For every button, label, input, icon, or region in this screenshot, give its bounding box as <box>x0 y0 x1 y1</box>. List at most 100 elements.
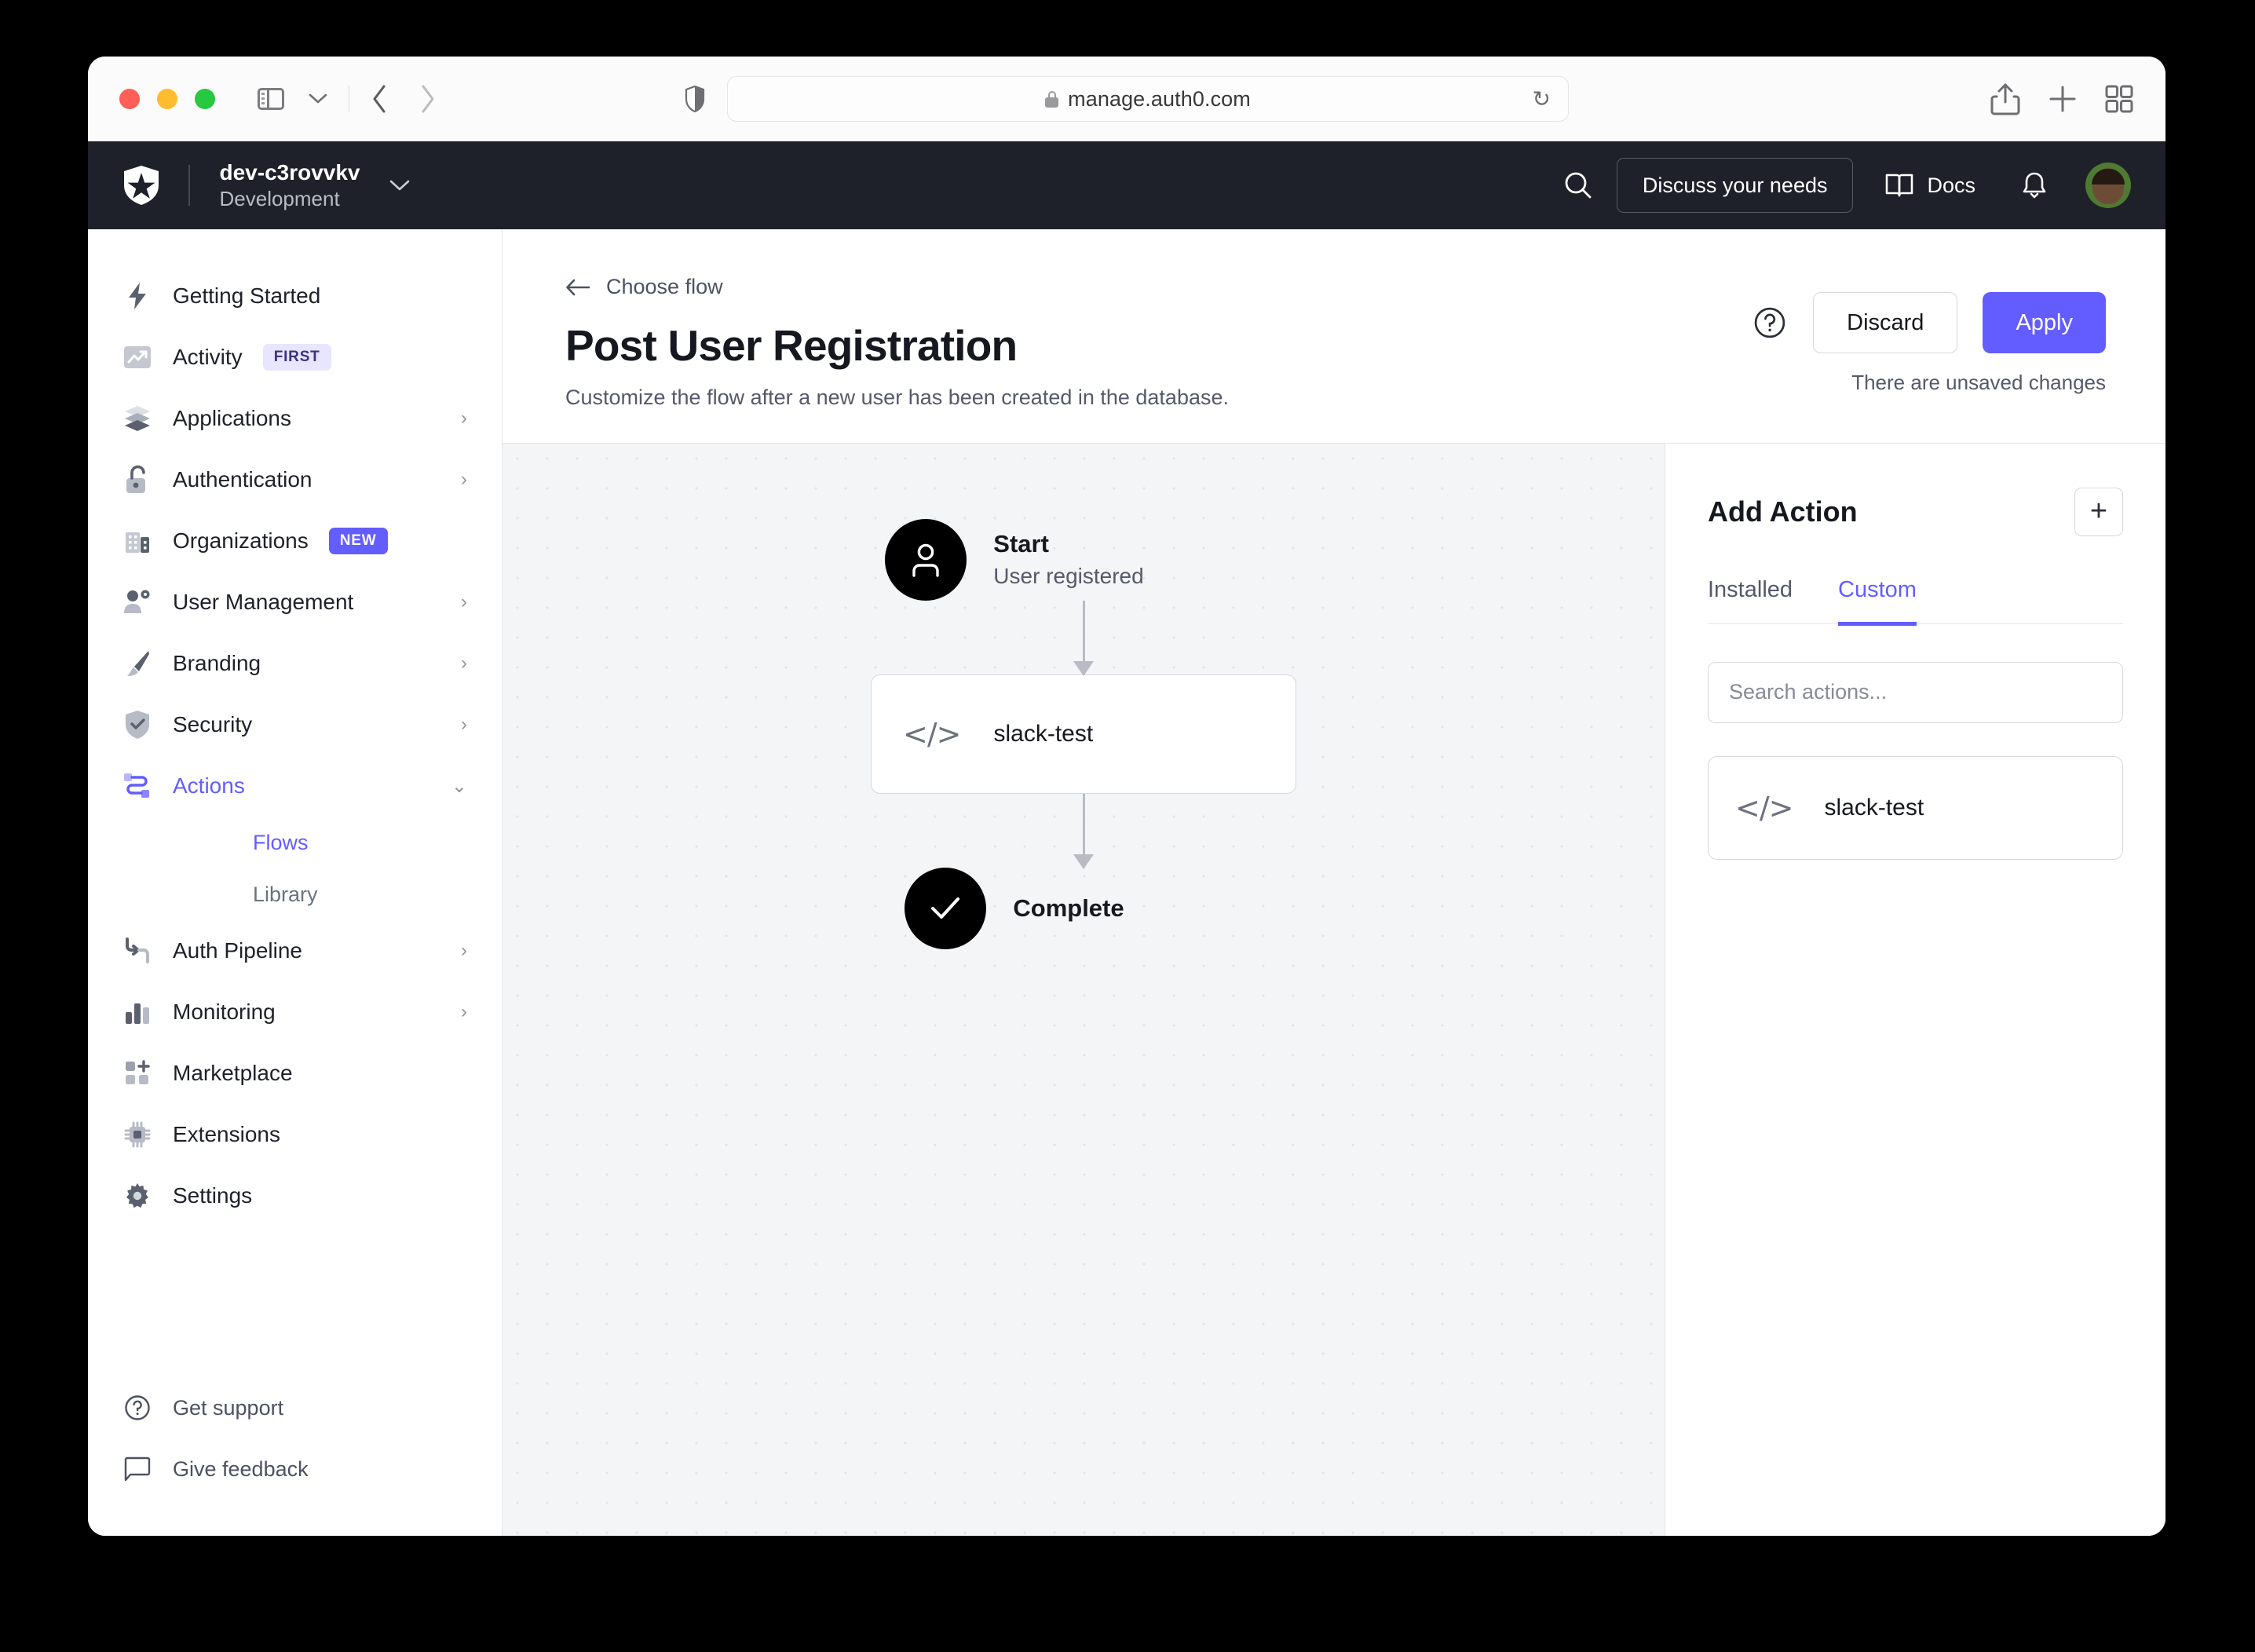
chat-bubble-icon <box>122 1454 152 1484</box>
docs-label: Docs <box>1927 173 1975 197</box>
search-icon[interactable] <box>1549 156 1607 214</box>
book-icon <box>1886 174 1913 197</box>
building-icon <box>122 526 152 556</box>
search-actions-input[interactable] <box>1708 661 2123 723</box>
unsaved-changes-status: There are unsaved changes <box>1851 371 2106 394</box>
shield-check-icon <box>122 710 152 740</box>
sidebar-item-monitoring[interactable]: Monitoring › <box>88 981 502 1043</box>
header-divider <box>188 165 190 206</box>
close-window-button[interactable] <box>119 89 140 109</box>
chevron-right-icon[interactable] <box>406 78 448 120</box>
flow-start-node[interactable]: Start User registered <box>503 518 1595 601</box>
sidebar-item-flows[interactable]: Flows <box>88 817 502 868</box>
flow-action-node-label: slack-test <box>993 720 1094 747</box>
sidebar-item-security[interactable]: Security › <box>88 694 502 755</box>
sidebar-item-label: Authentication <box>173 467 312 492</box>
chevron-right-icon: › <box>461 940 467 961</box>
choose-flow-back-link[interactable]: Choose flow <box>565 275 1752 299</box>
flow-action-node-slack-test[interactable]: </> slack-test <box>871 674 1296 794</box>
minimize-window-button[interactable] <box>157 89 177 109</box>
gear-icon <box>122 1181 152 1211</box>
tab-label: Installed <box>1708 576 1793 602</box>
sidebar-item-label: Extensions <box>173 1122 280 1146</box>
sidebar-item-organizations[interactable]: Organizations NEW <box>88 510 502 572</box>
plus-icon[interactable] <box>2048 84 2078 114</box>
tenant-name: dev-c3rovvkv <box>219 159 360 185</box>
sidebar-item-applications[interactable]: Applications › <box>88 388 502 449</box>
lock-open-icon <box>122 465 152 495</box>
chevron-right-icon: › <box>461 1001 467 1022</box>
create-action-button[interactable]: + <box>2074 487 2123 536</box>
tab-custom[interactable]: Custom <box>1838 577 1917 626</box>
url-text: manage.auth0.com <box>1068 86 1251 111</box>
tab-installed[interactable]: Installed <box>1708 577 1793 626</box>
chevron-down-icon <box>389 180 409 191</box>
auth0-logo[interactable] <box>122 165 160 206</box>
reload-icon[interactable]: ↻ <box>1533 86 1551 112</box>
flow-canvas[interactable]: Start User registered </> slack-test Com… <box>503 443 1665 1536</box>
sidebar-item-marketplace[interactable]: Marketplace <box>88 1043 502 1104</box>
shield-icon[interactable] <box>685 86 705 112</box>
back-link-label: Choose flow <box>606 275 723 298</box>
sidebar-item-library[interactable]: Library <box>88 868 502 920</box>
maximize-window-button[interactable] <box>195 89 215 109</box>
tenant-selector[interactable]: dev-c3rovvkv Development <box>220 159 411 212</box>
sidebar-item-user-management[interactable]: User Management › <box>88 572 502 633</box>
bar-chart-icon <box>122 997 152 1027</box>
sidebar-item-get-support[interactable]: Get support <box>88 1377 502 1438</box>
trending-up-icon <box>122 342 152 372</box>
sidebar-item-getting-started[interactable]: Getting Started <box>88 265 502 327</box>
status-badge: NEW <box>328 528 388 554</box>
sidebar-item-label: Branding <box>173 651 261 675</box>
app-header: dev-c3rovvkv Development Discuss your ne… <box>88 141 2165 229</box>
sidebar-item-label: Security <box>173 712 253 736</box>
start-node-title: Start <box>993 529 1049 557</box>
sidebar-item-branding[interactable]: Branding › <box>88 633 502 694</box>
complete-node-circle <box>905 867 987 949</box>
sidebar-item-activity[interactable]: Activity FIRST <box>88 327 502 388</box>
action-card-slack-test[interactable]: </> slack-test <box>1708 755 2123 860</box>
chevron-left-icon[interactable] <box>359 78 401 120</box>
discuss-your-needs-button[interactable]: Discuss your needs <box>1616 158 1854 213</box>
sidebar-subitem-label: Flows <box>253 830 309 854</box>
sidebar-toggle-icon[interactable] <box>250 78 292 120</box>
status-badge: FIRST <box>262 344 331 371</box>
bell-icon[interactable] <box>2005 156 2063 214</box>
sidebar-item-label: Monitoring <box>173 1000 276 1024</box>
sidebar-item-actions[interactable]: Actions ⌄ <box>88 755 502 817</box>
code-icon: </> <box>1735 790 1793 825</box>
sidebar-item-authentication[interactable]: Authentication › <box>88 449 502 510</box>
start-node-subtitle: User registered <box>993 563 1144 588</box>
check-icon <box>931 897 960 919</box>
tab-overview-icon[interactable] <box>2104 84 2134 114</box>
flow-complete-node[interactable]: Complete <box>503 867 1595 949</box>
page-title: Post User Registration <box>565 321 1018 370</box>
paintbrush-icon <box>122 649 152 678</box>
sidebar-item-settings[interactable]: Settings <box>88 1165 502 1226</box>
chevron-down-icon[interactable] <box>297 78 339 120</box>
apply-button[interactable]: Apply <box>1983 292 2106 353</box>
chevron-right-icon: › <box>461 408 467 429</box>
sidebar-item-give-feedback[interactable]: Give feedback <box>88 1438 502 1500</box>
sidebar-item-auth-pipeline[interactable]: Auth Pipeline › <box>88 920 502 981</box>
discuss-label: Discuss your needs <box>1642 173 1828 197</box>
sidebar-item-label: Getting Started <box>173 283 321 308</box>
sidebar-item-label: Settings <box>173 1183 253 1208</box>
docs-link[interactable]: Docs <box>1866 158 1994 213</box>
page-subtitle: Customize the flow after a new user has … <box>565 385 1230 409</box>
start-node-circle <box>885 518 967 601</box>
lock-icon <box>1045 90 1059 108</box>
flow-connector <box>1082 600 1085 674</box>
share-icon[interactable] <box>1990 82 2021 116</box>
person-icon <box>912 543 939 577</box>
lightning-icon <box>122 281 152 311</box>
question-circle-icon[interactable] <box>1752 305 1788 341</box>
avatar[interactable] <box>2085 163 2131 208</box>
chevron-right-icon: › <box>461 714 467 735</box>
address-bar[interactable]: manage.auth0.com ↻ <box>727 76 1569 122</box>
pipeline-icon <box>122 936 152 966</box>
discard-button[interactable]: Discard <box>1813 292 1958 353</box>
panel-tabs: Installed Custom <box>1708 577 2123 626</box>
tenant-environment: Development <box>219 187 340 211</box>
sidebar-item-extensions[interactable]: Extensions <box>88 1104 502 1165</box>
